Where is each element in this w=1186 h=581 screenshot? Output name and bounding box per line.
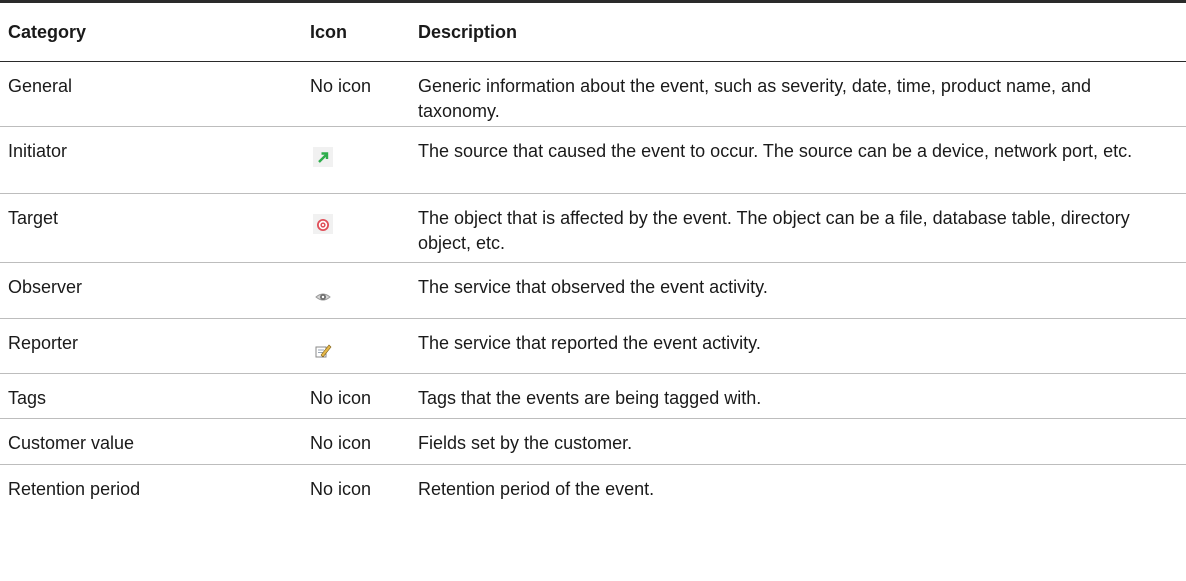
target-bullseye-icon: [313, 214, 333, 234]
description-cell: Fields set by the customer.: [410, 418, 1186, 465]
header-icon: Icon: [302, 0, 410, 62]
table-row: Observer The service that observed the e…: [0, 262, 1186, 319]
icon-cell: [302, 318, 410, 374]
category-cell: Customer value: [0, 418, 302, 465]
icon-cell-text: No icon: [302, 373, 410, 419]
icon-cell-text: No icon: [310, 479, 372, 499]
icon-cell: [302, 126, 410, 194]
category-cell: Observer: [0, 262, 302, 319]
table-row: Initiator The source that caused the eve…: [0, 126, 1186, 194]
table-row: Target The object that is affected by th…: [0, 193, 1186, 263]
description-cell: The source that caused the event to occu…: [410, 126, 1186, 194]
category-cell: Target: [0, 193, 302, 263]
table-row: Reporter The service that reported the e…: [0, 318, 1186, 374]
description-cell: The object that is affected by the event…: [410, 193, 1186, 263]
description-cell: The service that reported the event acti…: [410, 318, 1186, 374]
header-category: Category: [0, 0, 302, 62]
category-cell: Retention period: [8, 479, 141, 499]
category-cell: General: [0, 61, 302, 127]
event-category-table: Category Icon Description General No ico…: [0, 0, 1186, 505]
category-cell: Reporter: [0, 318, 302, 374]
icon-cell-text: No icon: [302, 61, 410, 127]
eye-icon: [313, 287, 333, 307]
table-row: Retention period No icon Retention perio…: [0, 465, 1186, 506]
table-row: General No icon Generic information abou…: [0, 61, 1186, 127]
description-cell: Tags that the events are being tagged wi…: [410, 373, 1186, 419]
table-row: Tags No icon Tags that the events are be…: [0, 373, 1186, 419]
category-cell: Initiator: [0, 126, 302, 194]
description-cell: Generic information about the event, suc…: [410, 61, 1186, 127]
green-arrow-icon: [313, 147, 333, 167]
description-cell: Retention period of the event.: [418, 479, 655, 499]
table-header-row: Category Icon Description: [0, 0, 1186, 62]
description-cell: The service that observed the event acti…: [410, 262, 1186, 319]
category-cell: Tags: [0, 373, 302, 419]
icon-cell: [302, 193, 410, 263]
icon-cell-text: No icon: [302, 418, 410, 465]
icon-cell: [302, 262, 410, 319]
table-row: Customer value No icon Fields set by the…: [0, 418, 1186, 465]
header-description: Description: [410, 0, 1186, 62]
edit-report-icon: [313, 341, 333, 361]
